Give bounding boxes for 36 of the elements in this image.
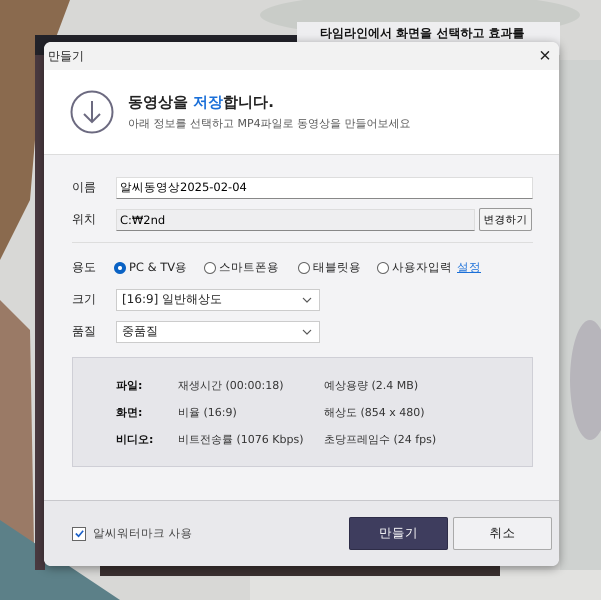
download-icon bbox=[70, 90, 114, 134]
location-field[interactable]: C:₩2nd bbox=[116, 208, 475, 230]
radio-option[interactable]: PC & TV용 bbox=[114, 260, 204, 275]
info-value: 예상용량 (2.4 MB) bbox=[324, 378, 420, 392]
info-value: 초당프레임수 (24 fps) bbox=[324, 432, 438, 446]
field-label: 크기 bbox=[72, 291, 97, 308]
info-value: 해상도 (854 x 480) bbox=[324, 404, 426, 420]
change-button[interactable]: 변경하기 bbox=[479, 208, 532, 231]
info-label: 비디오: bbox=[116, 432, 154, 446]
close-button[interactable]: × bbox=[531, 42, 559, 70]
quality-dropdown[interactable]: 중품질 bbox=[116, 320, 320, 342]
header-subtitle: 아래 정보를 선택하고 MP4파일로 동영상을 만들어보세요 bbox=[128, 116, 411, 131]
field-label: 이름 bbox=[72, 179, 97, 196]
radio-option[interactable]: 태블릿용 bbox=[298, 260, 377, 275]
info-value: 비율 (16:9) bbox=[178, 404, 238, 420]
name-field[interactable]: 알씨동영상2025-02-04 bbox=[116, 176, 533, 198]
info-value: 재생시간 (00:00:18) bbox=[178, 378, 284, 392]
field-label: 위치 bbox=[72, 211, 97, 228]
checkmark-icon bbox=[74, 528, 84, 539]
field-label: 용도 bbox=[72, 259, 97, 276]
radio-option[interactable]: 사용자입력 bbox=[377, 260, 452, 275]
field-label: 품질 bbox=[72, 323, 97, 340]
cancel-button[interactable]: 취소 bbox=[453, 517, 552, 550]
settings-link[interactable]: 설정 bbox=[457, 260, 481, 275]
chevron-down-icon bbox=[302, 328, 312, 334]
chevron-down-icon bbox=[302, 296, 312, 302]
info-value: 비트전송률 (1076 Kbps) bbox=[178, 432, 304, 446]
create-button[interactable]: 만들기 bbox=[349, 517, 448, 550]
watermark-checkbox[interactable]: 알씨워터마크 사용 bbox=[72, 526, 193, 541]
dialog-title: 만들기 bbox=[48, 48, 84, 64]
radio-option[interactable]: 스마트폰용 bbox=[204, 260, 298, 275]
info-label: 파일: bbox=[116, 378, 144, 392]
info-label: 화면: bbox=[116, 404, 144, 420]
header-title: 동영상을 저장합니다. bbox=[128, 93, 275, 112]
window-heading: 타임라인에서 화면을 선택하고 효과를 bbox=[320, 25, 525, 41]
size-dropdown[interactable]: [16:9] 일반해상도 bbox=[116, 288, 320, 310]
